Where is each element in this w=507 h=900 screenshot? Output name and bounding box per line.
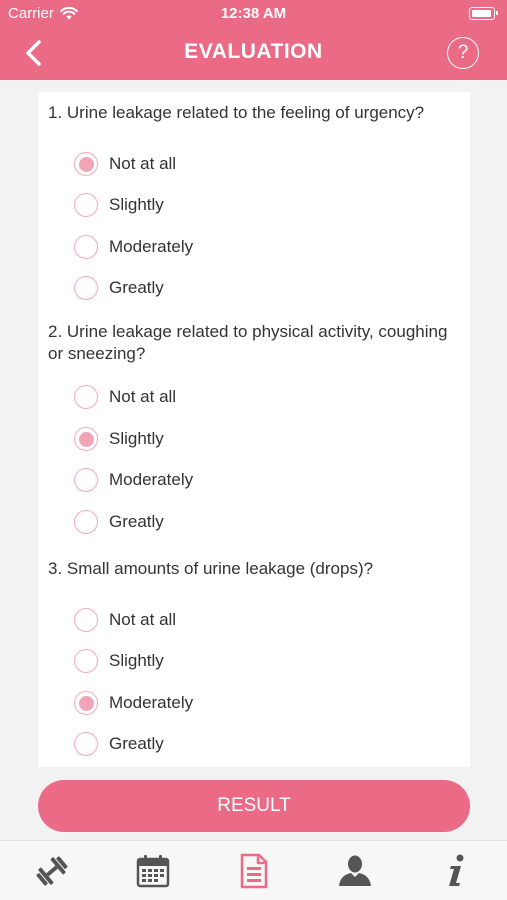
radio-empty-icon[interactable] — [74, 608, 98, 632]
radio-empty-icon[interactable] — [74, 732, 98, 756]
result-button[interactable]: RESULT — [38, 780, 470, 832]
radio-empty-icon[interactable] — [74, 510, 98, 534]
answer-option[interactable]: Greatly — [74, 508, 164, 536]
radio-selected-icon[interactable] — [74, 427, 98, 451]
radio-selected-icon[interactable] — [74, 691, 98, 715]
answer-label: Not at all — [109, 610, 177, 629]
radio-empty-icon[interactable] — [74, 649, 98, 673]
answer-option[interactable]: Not at all — [74, 150, 176, 178]
help-icon: ? — [457, 42, 469, 63]
answer-option[interactable]: Greatly — [74, 730, 164, 758]
tab-info[interactable] — [434, 849, 478, 893]
answer-option[interactable]: Greatly — [74, 274, 164, 302]
answer-option[interactable]: Moderately — [74, 233, 193, 261]
question-line: 2. Urine leakage related to physical act… — [48, 322, 448, 341]
status-bar: Carrier 12:38 AM — [0, 0, 507, 28]
questionnaire-card: 1. Urine leakage related to the feeling … — [38, 92, 470, 767]
question-text: 1. Urine leakage related to the feeling … — [48, 102, 470, 124]
answer-label: Moderately — [109, 237, 194, 256]
answer-label: Slightly — [109, 195, 164, 214]
tab-profile[interactable] — [333, 849, 377, 893]
tab-exercises[interactable] — [30, 849, 74, 893]
answer-label: Greatly — [109, 278, 164, 297]
answer-option[interactable]: Slightly — [74, 425, 164, 453]
answer-option[interactable]: Slightly — [74, 647, 164, 675]
radio-empty-icon[interactable] — [74, 235, 98, 259]
info-icon — [449, 854, 464, 886]
answer-label: Slightly — [109, 651, 164, 670]
answer-option[interactable]: Not at all — [74, 383, 176, 411]
person-icon — [339, 855, 371, 886]
answer-option[interactable]: Not at all — [74, 606, 176, 634]
radio-empty-icon[interactable] — [74, 385, 98, 409]
answer-label: Moderately — [109, 693, 194, 712]
answer-option[interactable]: Moderately — [74, 689, 193, 717]
calendar-icon — [136, 855, 170, 888]
radio-empty-icon[interactable] — [74, 276, 98, 300]
tab-bar — [0, 840, 507, 900]
tab-evaluation[interactable] — [232, 849, 276, 893]
radio-empty-icon[interactable] — [74, 468, 98, 492]
header: Carrier 12:38 AM EVALUATION ? — [0, 0, 507, 80]
help-button[interactable]: ? — [447, 37, 479, 69]
answer-label: Not at all — [109, 154, 177, 173]
status-time: 12:38 AM — [220, 5, 287, 22]
question-line: or sneezing? — [48, 344, 146, 363]
answer-label: Greatly — [109, 734, 164, 753]
question-line: 1. Urine leakage related to the feeling … — [48, 103, 425, 122]
radio-empty-icon[interactable] — [74, 193, 98, 217]
nav-bar: EVALUATION ? — [0, 28, 507, 78]
radio-selected-icon[interactable] — [74, 152, 98, 176]
page-title: EVALUATION — [184, 40, 323, 63]
question-text: 2. Urine leakage related to physical act… — [48, 321, 470, 365]
battery-icon — [469, 7, 498, 20]
dumbbell-icon — [36, 856, 68, 886]
answer-label: Not at all — [109, 387, 177, 406]
tab-calendar[interactable] — [131, 849, 175, 893]
answer-label: Moderately — [109, 470, 194, 489]
question-line: 3. Small amounts of urine leakage (drops… — [48, 559, 374, 578]
answer-option[interactable]: Moderately — [74, 466, 193, 494]
answer-label: Greatly — [109, 512, 164, 531]
question-text: 3. Small amounts of urine leakage (drops… — [48, 558, 470, 580]
answer-label: Slightly — [109, 429, 164, 448]
answer-option[interactable]: Slightly — [74, 191, 164, 219]
document-icon — [240, 853, 268, 889]
